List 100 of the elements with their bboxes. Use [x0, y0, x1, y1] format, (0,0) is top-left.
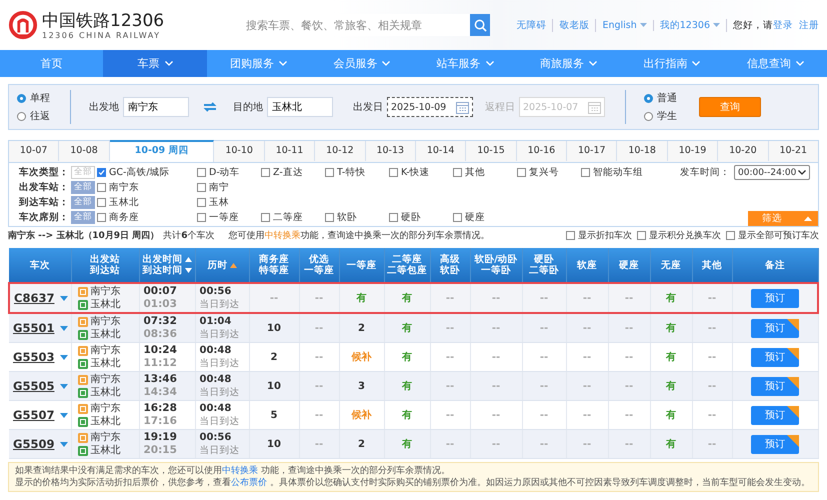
nav-item[interactable]: 团购服务: [206, 50, 310, 77]
seat-cell: 10: [249, 430, 299, 458]
header-link[interactable]: 敬老版: [553, 18, 596, 32]
checkbox[interactable]: [453, 168, 462, 177]
date-tab[interactable]: 10-10: [214, 141, 265, 161]
header-link[interactable]: English: [596, 20, 654, 30]
checkbox[interactable]: [389, 168, 398, 177]
query-button[interactable]: 查询: [699, 97, 761, 117]
date-tab[interactable]: 10-12: [315, 141, 366, 161]
header-link[interactable]: 无障碍: [510, 18, 554, 32]
arrival-day: 当日到达: [200, 298, 248, 311]
date-tab[interactable]: 10-20: [718, 141, 769, 161]
station-name: 玉林北: [90, 386, 120, 399]
date-tab[interactable]: 10-07: [9, 141, 60, 161]
caret-icon[interactable]: [60, 354, 68, 360]
checkbox[interactable]: [517, 168, 526, 177]
radio-button[interactable]: [644, 112, 653, 120]
checkbox[interactable]: [97, 183, 106, 192]
checkbox[interactable]: [197, 198, 206, 207]
date-field[interactable]: 2025-10-09: [387, 97, 473, 117]
checkbox[interactable]: [581, 168, 590, 177]
nav-item[interactable]: 商旅服务: [516, 50, 620, 77]
seat-cell: --: [692, 372, 732, 400]
caret-icon[interactable]: [60, 326, 68, 330]
column-header: 高级: [440, 254, 460, 265]
checkbox[interactable]: [637, 231, 646, 240]
chevron-icon: [486, 61, 494, 66]
login-link[interactable]: 登录: [773, 18, 793, 32]
station-name: 南宁东: [90, 285, 120, 298]
note-link[interactable]: 公布票价: [231, 478, 267, 488]
date-tab[interactable]: 10-19: [668, 141, 718, 161]
register-link[interactable]: 注册: [799, 18, 819, 32]
checkbox[interactable]: [566, 231, 575, 240]
nav-item[interactable]: 站车服务: [414, 50, 517, 77]
nav-item[interactable]: 首页: [0, 50, 104, 77]
date-tab[interactable]: 10-16: [516, 141, 568, 161]
date-tab[interactable]: 10-09 周四: [110, 140, 214, 162]
radio-button[interactable]: [17, 112, 26, 120]
book-button[interactable]: 预订: [751, 406, 799, 424]
book-button[interactable]: 预订: [751, 348, 799, 366]
all-toggle[interactable]: 全部: [71, 166, 95, 179]
checkbox[interactable]: [97, 213, 106, 222]
checkbox[interactable]: [97, 168, 106, 177]
checkbox[interactable]: [389, 213, 398, 222]
note-link[interactable]: 中转换乘: [222, 466, 258, 476]
date-tab[interactable]: 10-17: [567, 141, 618, 161]
checkbox[interactable]: [197, 168, 206, 177]
to-field[interactable]: 玉林北: [267, 97, 333, 117]
transfer-link[interactable]: 中转换乘: [264, 231, 300, 241]
column-header: 车次: [30, 260, 50, 270]
checkbox[interactable]: [453, 213, 462, 222]
all-toggle[interactable]: 全部: [71, 211, 95, 224]
from-field[interactable]: 南宁东: [123, 97, 189, 117]
radio-button[interactable]: [17, 94, 26, 102]
checkbox[interactable]: [97, 198, 106, 207]
nav-item[interactable]: 信息查询: [724, 50, 827, 77]
date-tab[interactable]: 10-11: [264, 141, 316, 161]
date-tab[interactable]: 10-14: [416, 141, 466, 161]
all-toggle[interactable]: 全部: [71, 196, 95, 209]
checkbox[interactable]: [261, 168, 270, 177]
date-tab[interactable]: 10-21: [768, 141, 818, 161]
checkbox[interactable]: [261, 213, 270, 222]
nav-item[interactable]: 车票: [103, 50, 207, 77]
train-number[interactable]: G5507: [13, 408, 54, 422]
date-tab[interactable]: 10-15: [466, 141, 517, 161]
note-text: 如果查询结果中没有满足需求的车次，您还可以使用中转换乘 功能，查询途中换乘一次的部分列车余票情况。: [15, 465, 451, 477]
swap-icon[interactable]: [203, 102, 217, 112]
all-toggle[interactable]: 全部: [71, 181, 95, 194]
depart-time-select[interactable]: 00:00--24:00: [734, 165, 810, 180]
logo-icon: [8, 10, 38, 40]
checkbox-label: GC-高铁/城际: [109, 166, 170, 179]
header-link[interactable]: 我的12306: [654, 18, 727, 32]
filter-button[interactable]: 筛选: [748, 211, 818, 226]
book-button[interactable]: 预订: [750, 288, 799, 308]
train-number[interactable]: G5503: [13, 350, 54, 364]
checkbox[interactable]: [325, 168, 334, 177]
seat-cell: --: [566, 283, 608, 313]
station-name: 玉林北: [90, 328, 120, 341]
caret-icon[interactable]: [60, 384, 68, 388]
station-name: 南宁东: [90, 344, 120, 357]
book-button[interactable]: 预订: [751, 318, 799, 338]
checkbox[interactable]: [726, 231, 735, 240]
caret-icon[interactable]: [60, 296, 68, 300]
book-button[interactable]: 预订: [751, 376, 799, 396]
sort-icon[interactable]: [230, 262, 236, 268]
nav-item[interactable]: 会员服务: [310, 50, 414, 77]
caret-icon[interactable]: [60, 442, 68, 446]
nav-item[interactable]: 出行指南: [620, 50, 724, 77]
date-tab[interactable]: 10-18: [617, 141, 668, 161]
field-label: 出发日: [353, 100, 383, 114]
checkbox[interactable]: [197, 213, 206, 222]
book-button[interactable]: 预订: [751, 434, 799, 454]
checkbox[interactable]: [197, 183, 206, 192]
checkbox[interactable]: [325, 213, 334, 222]
caret-icon[interactable]: [60, 412, 68, 418]
date-tab[interactable]: 10-13: [366, 141, 416, 161]
depart-time-label: 发车时间：: [680, 166, 730, 179]
radio-button[interactable]: [644, 94, 653, 102]
seat-cell: --: [522, 283, 566, 313]
search-button[interactable]: [470, 14, 490, 36]
